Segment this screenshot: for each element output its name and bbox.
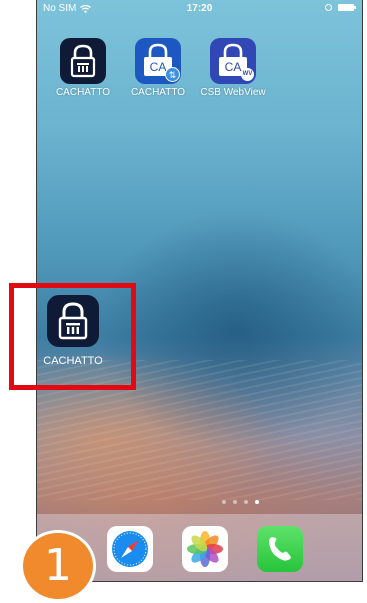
page-indicator[interactable]: [222, 500, 259, 504]
cachatto-ca-icon: CA ⇅: [135, 38, 181, 84]
battery-icon: [338, 4, 356, 11]
app-cachatto[interactable]: CACHATTO: [47, 38, 119, 98]
step-number-badge: 1: [20, 530, 96, 602]
app-label: CACHATTO: [130, 87, 186, 98]
status-bar: No SIM 17:20: [37, 0, 362, 18]
app-label: CACHATTO: [43, 355, 103, 367]
ca-text: CA: [150, 60, 167, 74]
page-dot: [233, 500, 237, 504]
safari-app[interactable]: [107, 526, 153, 572]
safari-icon: [112, 531, 148, 567]
app-label: CSB WebView: [200, 87, 266, 98]
photos-icon: [187, 531, 223, 567]
ca-text: CA: [225, 60, 242, 74]
status-time: 17:20: [186, 3, 213, 14]
phone-app[interactable]: [257, 526, 303, 572]
phone-icon: [269, 537, 291, 561]
alarm-icon: [325, 4, 332, 11]
app-cachatto-highlighted[interactable]: CACHATTO: [18, 295, 128, 367]
wv-badge: WV: [241, 68, 254, 81]
sync-badge-icon: ⇅: [165, 67, 180, 82]
app-cachatto-ca[interactable]: CA ⇅ CACHATTO: [122, 38, 194, 98]
photos-app[interactable]: [182, 526, 228, 572]
cachatto-icon: [47, 295, 99, 347]
page-dot: [222, 500, 226, 504]
app-label: CACHATTO: [55, 87, 111, 98]
page-dot: [244, 500, 248, 504]
page-dot-active: [255, 500, 259, 504]
app-csb-webview[interactable]: CA WV CSB WebView: [197, 38, 269, 98]
cachatto-icon: [60, 38, 106, 84]
csb-webview-icon: CA WV: [210, 38, 256, 84]
